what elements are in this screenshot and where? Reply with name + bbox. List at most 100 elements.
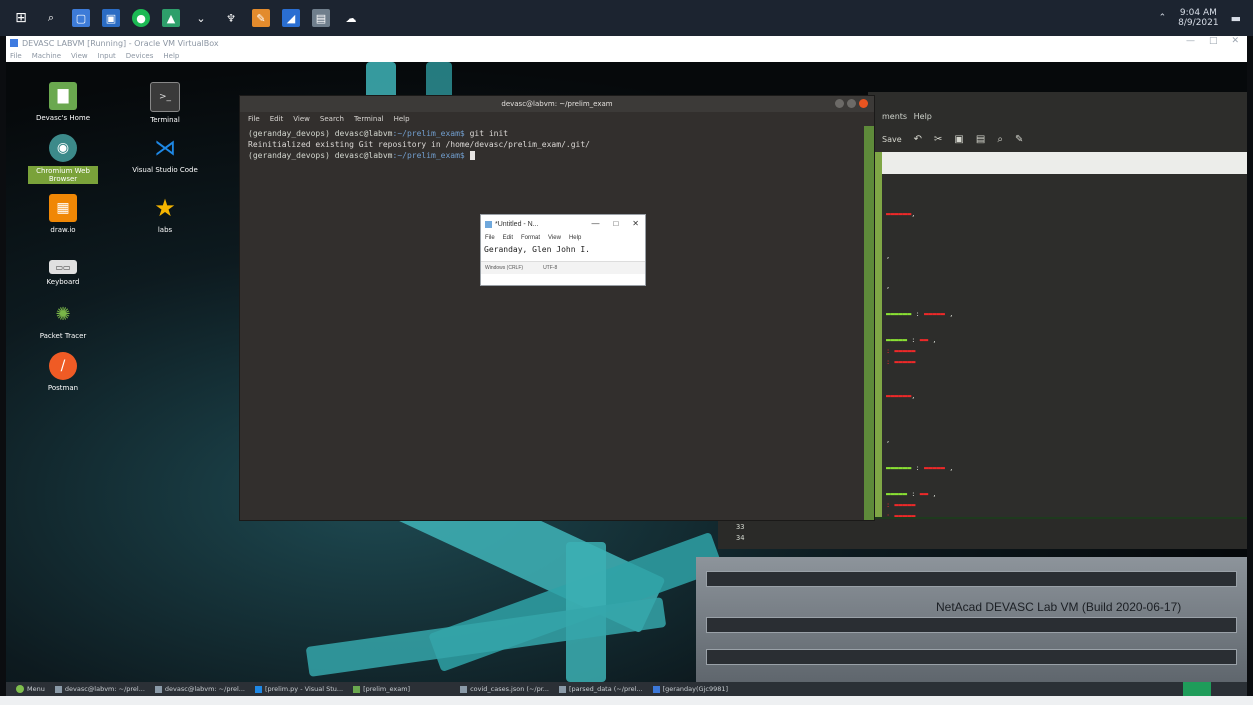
terminal-output[interactable]: (geranday_devops) devasc@labvm:~/prelim_… bbox=[240, 126, 874, 163]
line-number: 33 bbox=[736, 523, 745, 531]
chevron-down-icon[interactable]: ⌄ bbox=[192, 9, 210, 27]
editor-lower-panel: 33 34 bbox=[718, 517, 1247, 549]
windows-start-icon[interactable]: ⊞ bbox=[12, 9, 30, 27]
desktop-icon-vscode[interactable]: ⋊ Visual Studio Code bbox=[120, 134, 210, 175]
terminal-icon: >_ bbox=[150, 82, 180, 112]
terminal-scrollbar[interactable] bbox=[864, 126, 874, 520]
desktop-icon-drawio[interactable]: ▦ draw.io bbox=[28, 194, 98, 234]
desktop-icon-keyboard[interactable]: ▭▭ Keyboard bbox=[28, 252, 98, 286]
terminal-menu-help[interactable]: Help bbox=[394, 115, 410, 123]
virtualbox-window-icon bbox=[10, 39, 18, 47]
terminal-line: Reinitialized existing Git repository in… bbox=[248, 139, 866, 150]
notepad-maximize-button[interactable]: □ bbox=[613, 219, 618, 228]
taskbar-item[interactable]: [geranday(Gjc9981] bbox=[652, 685, 728, 693]
desktop-icon-label: Chromium Web Browser bbox=[28, 166, 98, 184]
virtualbox-titlebar[interactable]: DEVASC LABVM [Running] - Oracle VM Virtu… bbox=[6, 36, 1247, 50]
vscode-icon bbox=[254, 685, 262, 693]
menu-file[interactable]: File bbox=[10, 52, 22, 60]
terminal-menu-edit[interactable]: Edit bbox=[270, 115, 284, 123]
taskbar-item[interactable]: [prelim_exam] bbox=[353, 685, 410, 693]
cloud-icon[interactable]: ☁ bbox=[342, 9, 360, 27]
notepad-menu-format[interactable]: Format bbox=[521, 235, 540, 241]
browser-icon bbox=[652, 685, 660, 693]
save-button[interactable]: Save bbox=[882, 135, 902, 144]
editor-menu-help[interactable]: Help bbox=[914, 112, 932, 121]
notepad-menu-help[interactable]: Help bbox=[569, 235, 581, 241]
code-line: ▬▬▬▬▬▬ : ▬▬▬▬▬ , bbox=[886, 310, 954, 318]
notepad-statusbar: Windows (CRLF) UTF-8 bbox=[481, 262, 645, 274]
search-icon[interactable]: ⌕ bbox=[997, 134, 1003, 145]
desktop-icon-label: Terminal bbox=[150, 116, 180, 124]
terminal-menu-file[interactable]: File bbox=[248, 115, 260, 123]
spotify-icon[interactable]: ● bbox=[132, 9, 150, 27]
editor-window[interactable]: ments Help Save ↶ ✂ ▣ ▤ ⌕ ✎ ▬▬▬▬▬▬, , , … bbox=[868, 92, 1247, 542]
task-view-icon[interactable]: ▢ bbox=[72, 9, 90, 27]
desktop-icon-labs[interactable]: ★ labs bbox=[130, 194, 200, 234]
document-icon[interactable]: ▤ bbox=[312, 9, 330, 27]
cut-icon[interactable]: ✂ bbox=[934, 134, 942, 145]
taskbar-item[interactable]: devasc@labvm: ~/prel... bbox=[154, 685, 245, 693]
taskbar-item[interactable]: [prelim.py - Visual Stu... bbox=[254, 685, 343, 693]
taskbar-item-label: [parsed_data (~/prel... bbox=[568, 685, 643, 693]
notepad-window[interactable]: *Untitled - N... — □ ✕ File Edit Format … bbox=[480, 214, 646, 286]
notepad-menu-edit[interactable]: Edit bbox=[503, 235, 513, 241]
guest-tray-indicator[interactable] bbox=[1183, 682, 1211, 696]
terminal-title: devasc@labvm: ~/prelim_exam bbox=[501, 100, 613, 108]
photos-icon[interactable]: ▲ bbox=[162, 9, 180, 27]
notepad-titlebar[interactable]: *Untitled - N... — □ ✕ bbox=[481, 215, 645, 233]
notepad-title: *Untitled - N... bbox=[495, 220, 539, 228]
clock-date: 8/9/2021 bbox=[1178, 18, 1219, 28]
guest-taskbar: Menu devasc@labvm: ~/prel... devasc@labv… bbox=[6, 682, 1247, 696]
postman-icon: / bbox=[49, 352, 77, 380]
desktop-icon-terminal[interactable]: >_ Terminal bbox=[130, 82, 200, 124]
taskbar-item[interactable]: covid_cases.json (~/pr... bbox=[460, 685, 549, 693]
taskbar-item-label: devasc@labvm: ~/prel... bbox=[64, 685, 145, 693]
editor-icon bbox=[460, 685, 468, 693]
clock[interactable]: 9:04 AM 8/9/2021 bbox=[1178, 8, 1218, 28]
copy-icon[interactable]: ▣ bbox=[954, 134, 963, 145]
notification-icon[interactable]: ▬ bbox=[1231, 12, 1241, 25]
terminal-window[interactable]: devasc@labvm: ~/prelim_exam File Edit Vi… bbox=[240, 96, 874, 520]
menu-help[interactable]: Help bbox=[163, 52, 179, 60]
notepad-menu-view[interactable]: View bbox=[548, 235, 561, 241]
notepad-minimize-button[interactable]: — bbox=[591, 219, 599, 228]
folder-icon bbox=[353, 685, 361, 693]
terminal-menu-terminal[interactable]: Terminal bbox=[354, 115, 384, 123]
desktop-icon-packet-tracer[interactable]: ✺ Packet Tracer bbox=[28, 300, 98, 341]
desktop-icon-postman[interactable]: / Postman bbox=[28, 352, 98, 392]
taskbar-item[interactable]: [parsed_data (~/prel... bbox=[558, 685, 643, 693]
tools-icon[interactable]: ✎ bbox=[252, 9, 270, 27]
menu-view[interactable]: View bbox=[71, 52, 88, 60]
replace-icon[interactable]: ✎ bbox=[1015, 134, 1023, 145]
menu-machine[interactable]: Machine bbox=[32, 52, 61, 60]
desktop-icon-chromium[interactable]: ◉ Chromium Web Browser bbox=[28, 134, 98, 184]
menu-devices[interactable]: Devices bbox=[126, 52, 154, 60]
search-icon[interactable]: ⌕ bbox=[42, 9, 60, 27]
desktop-icon-label: Keyboard bbox=[46, 278, 80, 286]
terminal-menu-search[interactable]: Search bbox=[320, 115, 344, 123]
notepad-menu-file[interactable]: File bbox=[485, 235, 495, 241]
maximize-button[interactable]: □ bbox=[1209, 36, 1218, 46]
terminal-minimize-button[interactable] bbox=[835, 99, 844, 108]
close-button[interactable]: ✕ bbox=[1231, 36, 1239, 46]
minimize-button[interactable]: — bbox=[1186, 36, 1195, 46]
terminal-icon bbox=[54, 685, 62, 693]
guest-menu-button[interactable]: Menu bbox=[16, 685, 45, 693]
taskbar-item[interactable]: devasc@labvm: ~/prel... bbox=[54, 685, 145, 693]
menu-input[interactable]: Input bbox=[98, 52, 116, 60]
desktop-icon-home[interactable]: ▇ Devasc's Home bbox=[28, 82, 98, 122]
network-icon[interactable]: ♆ bbox=[222, 9, 240, 27]
terminal-close-button[interactable] bbox=[859, 99, 868, 108]
paste-icon[interactable]: ▤ bbox=[976, 134, 985, 145]
notepad-text-area[interactable]: Geranday, Glen John I. bbox=[481, 243, 645, 262]
virtualbox-icon[interactable]: ▣ bbox=[102, 9, 120, 27]
tray-expand-icon[interactable]: ⌃ bbox=[1159, 13, 1167, 23]
desktop-icon-label: Packet Tracer bbox=[39, 332, 87, 340]
notepad-close-button[interactable]: ✕ bbox=[632, 219, 639, 228]
editor-menu-documents[interactable]: ments bbox=[882, 112, 907, 121]
terminal-menu-view[interactable]: View bbox=[293, 115, 310, 123]
terminal-maximize-button[interactable] bbox=[847, 99, 856, 108]
terminal-titlebar[interactable]: devasc@labvm: ~/prelim_exam bbox=[240, 96, 874, 112]
undo-icon[interactable]: ↶ bbox=[914, 134, 922, 145]
app-blue-icon[interactable]: ◢ bbox=[282, 9, 300, 27]
